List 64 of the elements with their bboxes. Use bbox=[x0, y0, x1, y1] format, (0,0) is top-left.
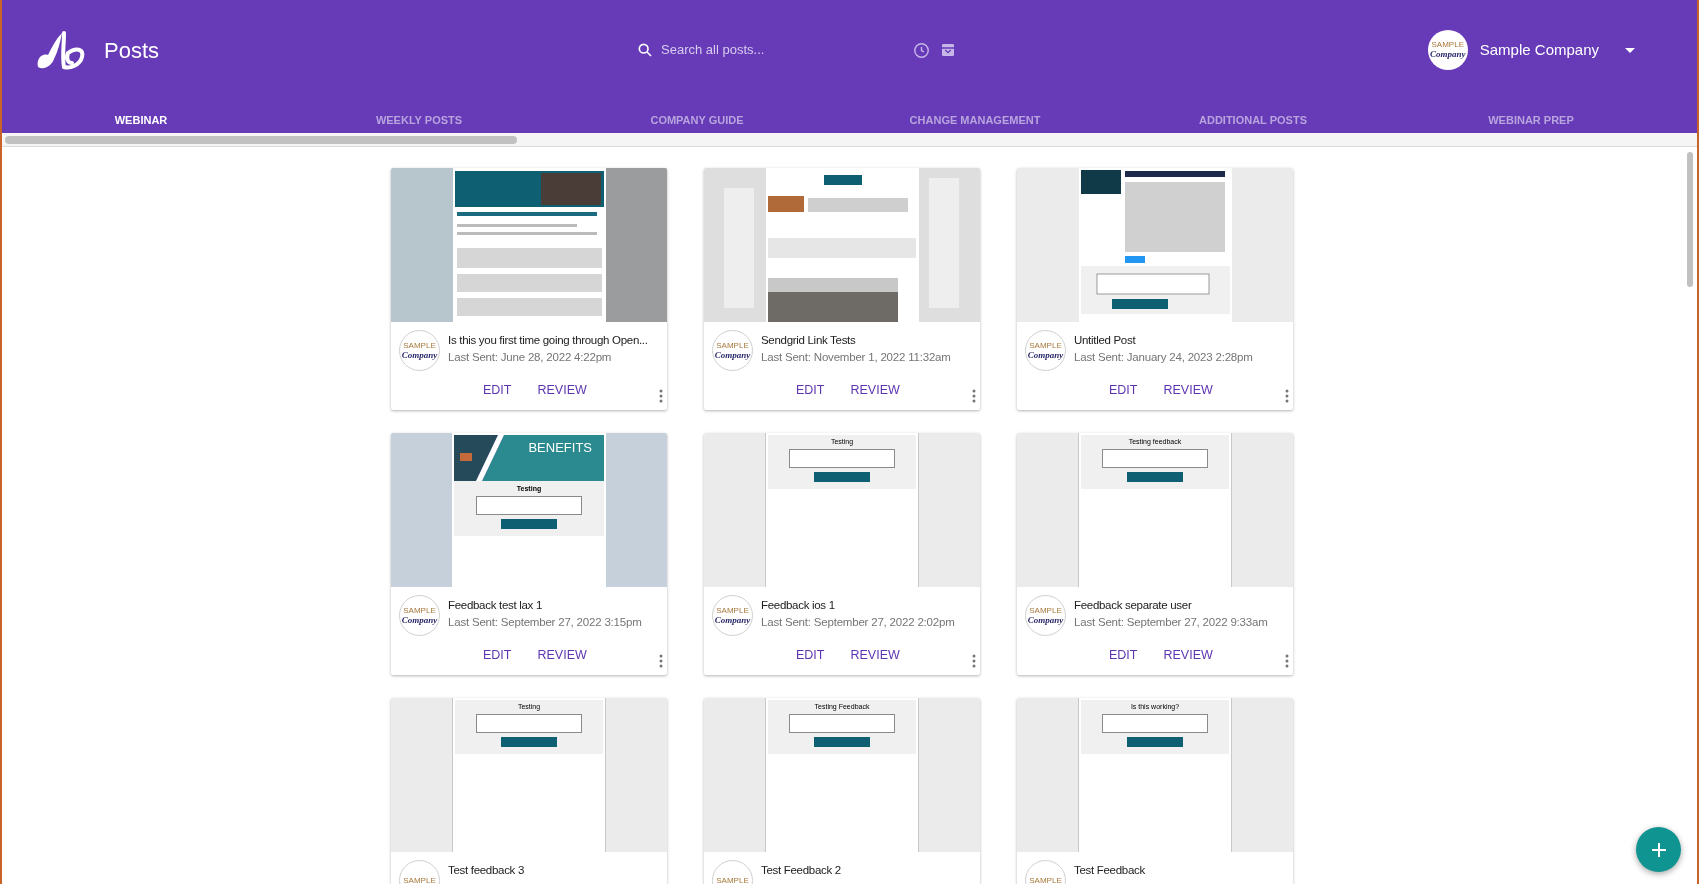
avatar-caption: SAMPLE bbox=[716, 605, 749, 615]
avatar-logo-text: Company bbox=[714, 614, 751, 626]
action-button[interactable]: REVIEW bbox=[1155, 377, 1221, 404]
more-icon[interactable] bbox=[972, 389, 976, 404]
more-icon[interactable] bbox=[659, 654, 663, 669]
last-sent-text: Last Sent: September 27, 2022 2:02pm bbox=[761, 615, 955, 630]
avatar-caption: SAMPLE bbox=[1029, 876, 1062, 884]
avatar-logo-text: Company bbox=[1027, 349, 1064, 361]
action-button[interactable]: REVIEW bbox=[842, 377, 908, 404]
avatar-caption: SAMPLE bbox=[716, 340, 749, 350]
avatar-caption: SAMPLE bbox=[1029, 340, 1062, 350]
last-sent-text: Last Sent: June 28, 2022 4:22pm bbox=[448, 350, 613, 365]
scrollbar-thumb[interactable] bbox=[5, 135, 517, 144]
page-title: Posts bbox=[104, 36, 160, 65]
post-title: Test Feedback bbox=[1074, 863, 1145, 878]
action-button[interactable]: EDIT bbox=[788, 642, 833, 669]
banner-text: BENEFITS bbox=[528, 440, 592, 455]
post-title: Feedback separate user bbox=[1074, 598, 1193, 613]
action-button[interactable]: EDIT bbox=[475, 377, 520, 404]
tab[interactable]: WEBINAR bbox=[2, 100, 280, 133]
account-name: Sample Company bbox=[1479, 39, 1599, 60]
last-sent-text: Last Sent: January 24, 2023 2:28pm bbox=[1074, 350, 1253, 365]
more-icon[interactable] bbox=[1285, 389, 1289, 404]
avatar-logo-text: Company bbox=[401, 349, 438, 361]
action-button[interactable]: EDIT bbox=[788, 377, 833, 404]
post-title: Feedback test lax 1 bbox=[448, 598, 544, 613]
search-icon bbox=[637, 42, 654, 58]
last-sent-text: Last Sent: November 1, 2022 11:32am bbox=[761, 350, 951, 365]
caret-icon bbox=[1625, 47, 1635, 53]
more-icon[interactable] bbox=[659, 389, 663, 404]
post-title: Sendgrid Link Tests bbox=[761, 333, 857, 348]
avatar-caption: SAMPLE bbox=[403, 340, 436, 350]
action-button[interactable]: REVIEW bbox=[529, 642, 595, 669]
post-title: Feedback ios 1 bbox=[761, 598, 836, 613]
avatar-caption: SAMPLE bbox=[1029, 605, 1062, 615]
avatar-caption: SAMPLE bbox=[403, 605, 436, 615]
action-button[interactable]: EDIT bbox=[1101, 642, 1146, 669]
account-menu[interactable]: SAMPLE Company Sample Company bbox=[1427, 30, 1635, 70]
post-title: Untitled Post bbox=[1074, 333, 1137, 348]
page-scrollbar-thumb[interactable] bbox=[1687, 152, 1693, 287]
last-sent-text: Last Sent: September 27, 2022 3:15pm bbox=[448, 615, 642, 630]
action-button[interactable]: EDIT bbox=[1101, 377, 1146, 404]
archive-icon[interactable] bbox=[940, 42, 957, 58]
search-field[interactable]: Search all posts... bbox=[661, 40, 862, 60]
avatar-caption: SAMPLE bbox=[403, 876, 436, 884]
post-title: Test feedback 3 bbox=[448, 863, 525, 878]
avatar-logo-text: Company bbox=[1027, 614, 1064, 626]
avatar-logo-text: Company bbox=[714, 349, 751, 361]
avatar-logo-text: Company bbox=[1430, 49, 1466, 60]
post-title: Test Feedback 2 bbox=[761, 863, 841, 878]
action-button[interactable]: REVIEW bbox=[1155, 642, 1221, 669]
avatar-caption: SAMPLE bbox=[716, 876, 749, 884]
post-title: Is this you first time going through Open... bbox=[448, 333, 648, 348]
avatar-logo-text: Company bbox=[401, 614, 438, 626]
last-sent-text: Last Sent: September 27, 2022 9:33am bbox=[1074, 615, 1268, 630]
add-button[interactable] bbox=[1636, 827, 1681, 872]
plus-icon bbox=[1651, 842, 1666, 857]
action-button[interactable]: EDIT bbox=[475, 642, 520, 669]
more-icon[interactable] bbox=[1285, 654, 1289, 669]
action-button[interactable]: REVIEW bbox=[529, 377, 595, 404]
avatar-caption: SAMPLE bbox=[1431, 40, 1464, 49]
more-icon[interactable] bbox=[972, 654, 976, 669]
action-button[interactable]: REVIEW bbox=[842, 642, 908, 669]
history-icon[interactable] bbox=[913, 41, 931, 59]
